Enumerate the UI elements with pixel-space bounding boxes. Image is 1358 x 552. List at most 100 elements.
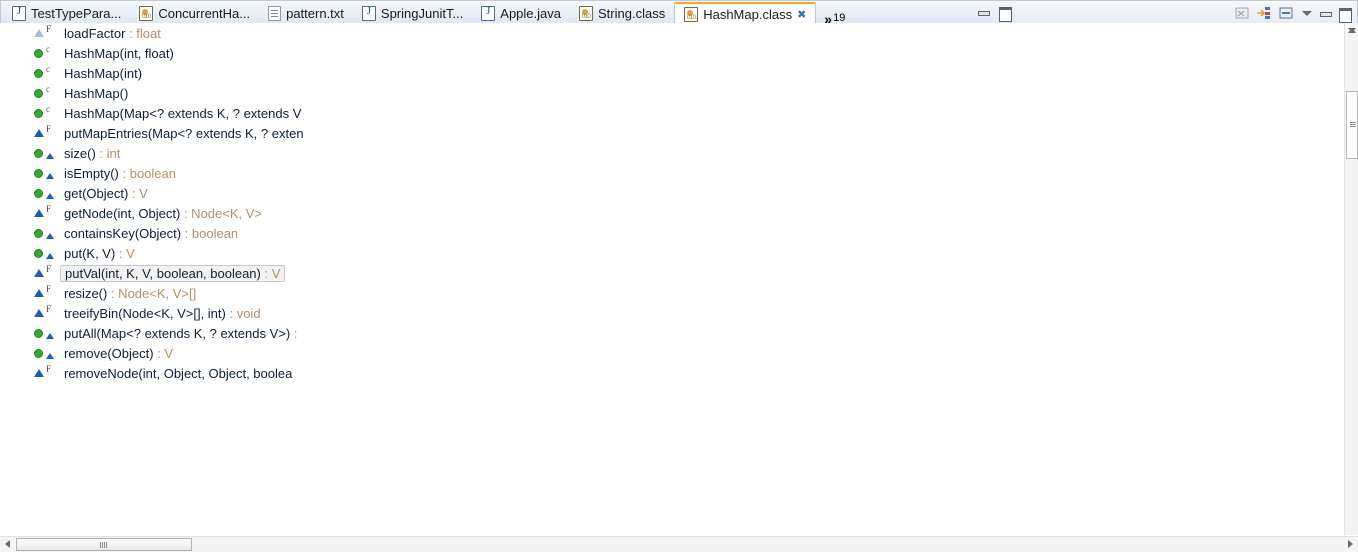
outline-item-2[interactable]: c HashMap(int)	[0, 63, 1344, 83]
outline-item-icons: F	[34, 204, 60, 221]
private-visibility-icon	[34, 269, 44, 277]
outline-item-label: remove(Object) : V	[64, 345, 174, 361]
maximize-icon[interactable]	[1338, 6, 1352, 23]
scroll-thumb[interactable]	[16, 538, 192, 551]
editor-tab-testtypepara[interactable]: TestTypePara...	[3, 1, 130, 25]
chevron-down-icon[interactable]	[1300, 6, 1313, 20]
collapse-all-icon[interactable]	[1234, 5, 1250, 21]
maximize-icon[interactable]	[998, 5, 1012, 22]
java-file-icon	[481, 5, 496, 21]
method-marker-icon	[46, 333, 54, 339]
outline-vertical-scrollbar[interactable]	[1344, 23, 1358, 535]
method-marker-icon	[46, 153, 54, 159]
constructor-marker-icon: c	[46, 104, 50, 114]
editor-tab-pattern-txt[interactable]: pattern.txt	[259, 1, 353, 25]
outline-item-label: put(K, V) : V	[64, 245, 135, 261]
outline-item-1[interactable]: c HashMap(int, float)	[0, 43, 1344, 63]
outline-item-label: treeifyBin(Node<K, V>[], int) : void	[64, 305, 261, 321]
outline-item-icons	[34, 145, 60, 161]
outline-view: Outline ✖ a z	[0, 23, 1358, 552]
outline-item-return-type: : float	[125, 25, 161, 41]
outline-item-icons	[34, 325, 60, 341]
private-visibility-icon	[34, 309, 44, 317]
method-marker-icon	[46, 353, 54, 359]
public-visibility-icon	[34, 89, 43, 98]
outline-item-12[interactable]: FputVal(int, K, V, boolean, boolean) : V	[0, 263, 1344, 283]
outline-item-label: putVal(int, K, V, boolean, boolean) : V	[60, 264, 286, 282]
editor-tab-concurrentha[interactable]: ConcurrentHa...	[130, 1, 259, 25]
outline-item-return-type: : int	[95, 145, 121, 161]
outline-item-3[interactable]: c HashMap()	[0, 83, 1344, 103]
public-visibility-icon	[34, 169, 43, 178]
outline-item-return-type: : Node<K, V>	[180, 205, 263, 221]
outline-item-7[interactable]: isEmpty() : boolean	[0, 163, 1344, 183]
outline-item-17[interactable]: FremoveNode(int, Object, Object, boolea	[0, 363, 1344, 383]
outline-item-icons: c	[34, 104, 60, 121]
outline-item-label: resize() : Node<K, V>[]	[64, 285, 197, 301]
outline-item-6[interactable]: size() : int	[0, 143, 1344, 163]
outline-item-return-type: : Node<K, V>[]	[107, 285, 197, 301]
outline-item-4[interactable]: c HashMap(Map<? extends K, ? extends V	[0, 103, 1344, 123]
outline-item-label: containsKey(Object) : boolean	[64, 225, 239, 241]
outline-item-10[interactable]: containsKey(Object) : boolean	[0, 223, 1344, 243]
outline-item-9[interactable]: FgetNode(int, Object) : Node<K, V>	[0, 203, 1344, 223]
outline-item-label: HashMap()	[64, 85, 129, 101]
outline-item-icons	[34, 245, 60, 261]
scroll-thumb[interactable]	[1346, 91, 1358, 159]
outline-item-return-type: : V	[260, 265, 281, 281]
method-marker-icon	[46, 253, 54, 259]
outline-item-label: get(Object) : V	[64, 185, 148, 201]
public-visibility-icon	[34, 109, 43, 118]
method-marker-icon	[46, 173, 54, 179]
outline-item-16[interactable]: remove(Object) : V	[0, 343, 1344, 363]
final-marker-icon: F	[46, 304, 52, 314]
detail-pane-icon[interactable]	[1278, 5, 1294, 21]
outline-item-label: HashMap(Map<? extends K, ? extends V	[64, 105, 302, 121]
final-marker-icon: F	[46, 24, 52, 34]
editor-tab-string-class[interactable]: String.class	[570, 1, 674, 25]
class-file-icon	[684, 7, 699, 22]
private-visibility-icon	[34, 129, 44, 137]
outline-item-label: size() : int	[64, 145, 121, 161]
editor-tab-label: String.class	[598, 5, 666, 21]
scroll-left-arrow[interactable]	[0, 537, 15, 552]
public-visibility-icon	[34, 249, 43, 258]
outline-item-icons: c	[34, 44, 60, 61]
outline-item-5[interactable]: FputMapEntries(Map<? extends K, ? exten	[0, 123, 1344, 143]
minimize-icon[interactable]	[1319, 6, 1332, 20]
editor-tab-apple-java[interactable]: Apple.java	[472, 1, 570, 25]
minimize-icon[interactable]	[977, 5, 990, 19]
outline-item-icons: F	[34, 304, 60, 321]
outline-item-13[interactable]: Fresize() : Node<K, V>[]	[0, 283, 1344, 303]
outline-item-11[interactable]: put(K, V) : V	[0, 243, 1344, 263]
outline-item-return-type: : V	[115, 245, 135, 261]
outline-item-icons: c	[34, 84, 60, 101]
outline-horizontal-scrollbar[interactable]	[0, 536, 1358, 552]
public-visibility-icon	[34, 69, 43, 78]
public-visibility-icon	[34, 329, 43, 338]
outline-item-label: putAll(Map<? extends K, ? extends V>) :	[64, 325, 298, 341]
outline-item-return-type: :	[290, 325, 298, 341]
public-visibility-icon	[34, 149, 43, 158]
scroll-right-arrow[interactable]	[1343, 537, 1358, 552]
close-icon[interactable]: ✖	[797, 8, 806, 21]
editor-tab-label: Apple.java	[500, 5, 561, 21]
final-marker-icon: F	[46, 204, 52, 214]
editor-tab-overflow[interactable]: » 19	[816, 1, 851, 26]
outline-item-0[interactable]: FloadFactor : float	[0, 23, 1344, 43]
outline-item-icons	[34, 185, 60, 201]
public-visibility-icon	[34, 349, 43, 358]
public-visibility-icon	[34, 49, 43, 58]
outline-tree[interactable]: FloadFactor : float c HashMap(int, float) c…	[0, 23, 1358, 552]
show-logical-structure-icon[interactable]	[1256, 5, 1272, 21]
outline-item-8[interactable]: get(Object) : V	[0, 183, 1344, 203]
editor-tab-label: HashMap.class	[703, 7, 793, 22]
outline-item-15[interactable]: putAll(Map<? extends K, ? extends V>) :	[0, 323, 1344, 343]
private-visibility-icon	[34, 369, 44, 377]
outline-item-return-type: : boolean	[181, 225, 239, 241]
constructor-marker-icon: c	[46, 44, 50, 54]
outline-item-icons: F	[34, 364, 60, 381]
java-file-icon	[12, 5, 26, 21]
editor-tab-springjunitt[interactable]: SpringJunitT...	[353, 1, 472, 25]
outline-item-14[interactable]: FtreeifyBin(Node<K, V>[], int) : void	[0, 303, 1344, 323]
